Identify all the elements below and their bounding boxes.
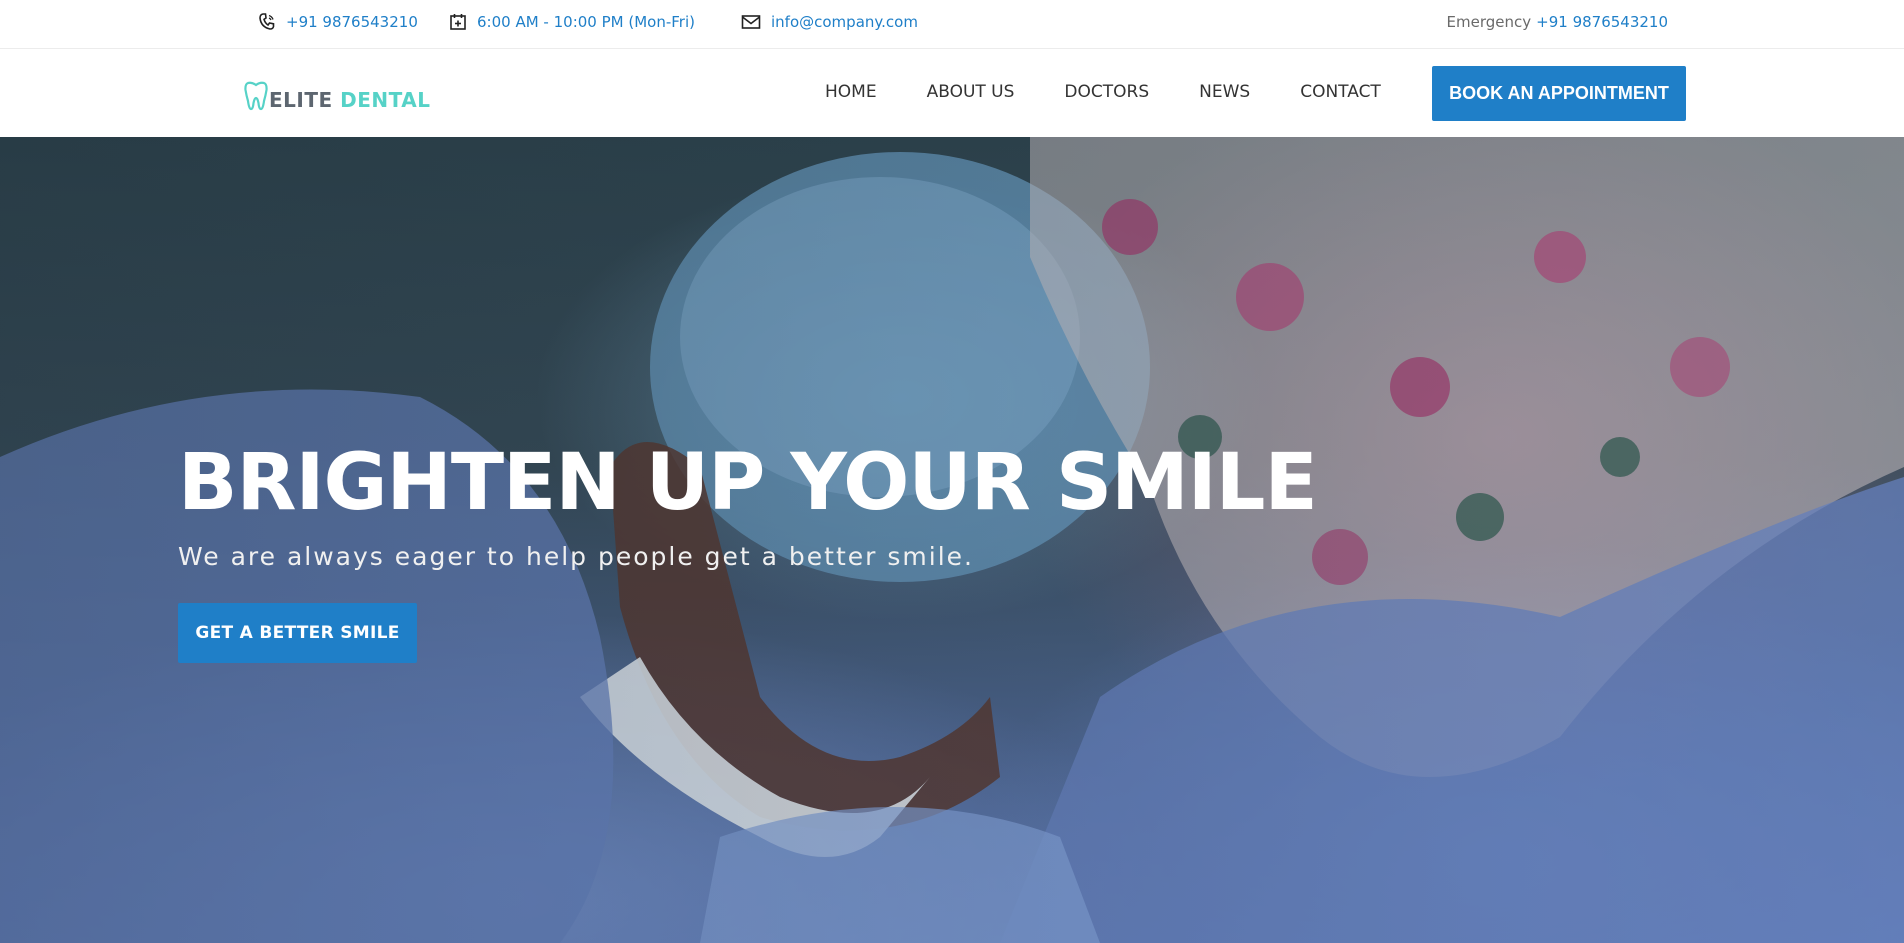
site-logo[interactable]: ELITE DENTAL xyxy=(244,79,430,111)
book-appointment-button[interactable]: BOOK AN APPOINTMENT xyxy=(1432,66,1686,121)
menu-item-about-us[interactable]: ABOUT US xyxy=(927,82,1015,102)
calendar-icon xyxy=(450,14,466,30)
hours-text: 6:00 AM - 10:00 PM (Mon-Fri) xyxy=(477,13,695,31)
tooth-icon xyxy=(244,81,268,111)
phone-contact[interactable]: +91 9876543210 xyxy=(258,12,418,32)
hero-banner: BRIGHTEN UP YOUR SMILE We are always eag… xyxy=(0,137,1904,943)
phone-number[interactable]: +91 9876543210 xyxy=(286,13,418,31)
get-better-smile-button[interactable]: GET A BETTER SMILE xyxy=(178,603,417,663)
main-menu: HOME ABOUT US DOCTORS NEWS CONTACT xyxy=(825,82,1431,102)
emergency-label: Emergency xyxy=(1446,13,1532,31)
top-info-bar: +91 9876543210 6:00 AM - 10:00 PM (Mon-F… xyxy=(0,0,1904,49)
logo-word-elite: ELITE xyxy=(269,88,333,112)
envelope-icon xyxy=(741,15,761,29)
hero-subtitle: We are always eager to help people get a… xyxy=(178,542,974,571)
email-link[interactable]: info@company.com xyxy=(771,13,918,31)
menu-item-home[interactable]: HOME xyxy=(825,82,877,102)
menu-item-doctors[interactable]: DOCTORS xyxy=(1064,82,1149,102)
hero-title: BRIGHTEN UP YOUR SMILE xyxy=(178,438,1318,528)
emergency-phone[interactable]: +91 9876543210 xyxy=(1536,13,1668,31)
emergency-contact: Emergency +91 9876543210 xyxy=(1447,12,1668,32)
phone-icon xyxy=(259,13,275,30)
office-hours: 6:00 AM - 10:00 PM (Mon-Fri) xyxy=(449,12,695,32)
menu-item-news[interactable]: NEWS xyxy=(1199,82,1250,102)
email-contact[interactable]: info@company.com xyxy=(741,12,918,32)
logo-text: ELITE DENTAL xyxy=(269,89,430,111)
main-navbar: ELITE DENTAL HOME ABOUT US DOCTORS NEWS … xyxy=(0,49,1904,137)
hero-overlay xyxy=(0,137,1904,943)
logo-word-dental: DENTAL xyxy=(340,88,431,112)
menu-item-contact[interactable]: CONTACT xyxy=(1300,82,1381,102)
